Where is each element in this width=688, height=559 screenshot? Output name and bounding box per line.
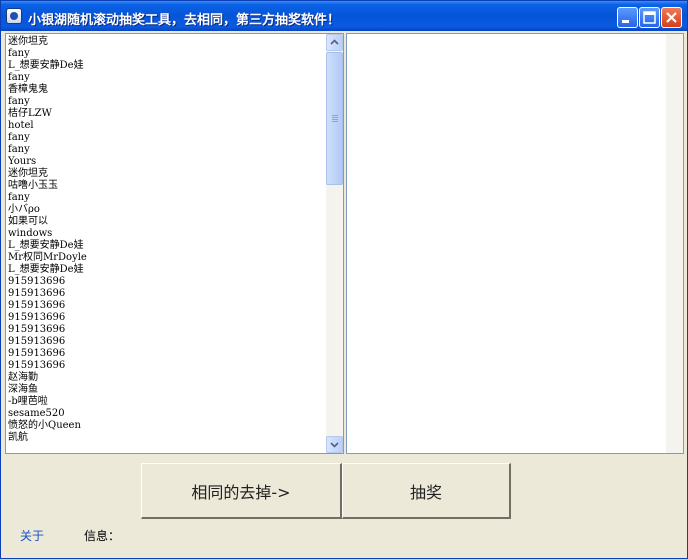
- list-item[interactable]: 咕噜小玉玉: [8, 180, 326, 192]
- list-item[interactable]: 915913696: [8, 312, 326, 324]
- list-item[interactable]: 915913696: [8, 336, 326, 348]
- list-item[interactable]: 赵海勤: [8, 372, 326, 384]
- app-window: 小银湖随机滚动抽奖工具，去相同，第三方抽奖软件！ 迷你坦克 fany L_想要安静D…: [0, 0, 688, 559]
- list-item[interactable]: 915913696: [8, 360, 326, 372]
- scroll-down-button[interactable]: [326, 436, 343, 453]
- entries-listbox[interactable]: 迷你坦克 fany L_想要安静De娃 fany 香樟鬼鬼 fany 桔仔LZW hotel f…: [5, 33, 344, 454]
- list-item[interactable]: Mr权同MrDoyle: [8, 252, 326, 264]
- list-item[interactable]: 愤怒的小Queen: [8, 420, 326, 432]
- list-item[interactable]: fany: [8, 96, 326, 108]
- chevron-up-icon: [330, 39, 339, 45]
- entries-list: 迷你坦克 fany L_想要安静De娃 fany 香樟鬼鬼 fany 桔仔LZW hotel f…: [8, 36, 326, 444]
- close-icon: [666, 12, 677, 23]
- list-item[interactable]: 凯航: [8, 432, 326, 444]
- chevron-down-icon: [330, 442, 339, 448]
- scroll-up-button[interactable]: [326, 34, 343, 51]
- list-item[interactable]: fany: [8, 48, 326, 60]
- info-label: 信息：: [84, 529, 121, 543]
- result-scrollbar-track: [666, 34, 683, 453]
- about-link[interactable]: 关于: [20, 527, 44, 544]
- list-item[interactable]: windows: [8, 228, 326, 240]
- result-textbox[interactable]: [346, 33, 684, 454]
- window-title: 小银湖随机滚动抽奖工具，去相同，第三方抽奖软件！: [28, 13, 341, 28]
- draw-button[interactable]: 抽奖: [342, 463, 511, 519]
- maximize-icon: [643, 11, 656, 24]
- list-item[interactable]: 915913696: [8, 288, 326, 300]
- list-item[interactable]: fany: [8, 132, 326, 144]
- list-item[interactable]: fany: [8, 192, 326, 204]
- minimize-button[interactable]: [617, 7, 638, 28]
- list-item[interactable]: 迷你坦克: [8, 36, 326, 48]
- list-item[interactable]: sesame520: [8, 408, 326, 420]
- list-item[interactable]: 深海鱼: [8, 384, 326, 396]
- list-item[interactable]: fany: [8, 72, 326, 84]
- title-bar[interactable]: 小银湖随机滚动抽奖工具，去相同，第三方抽奖软件！: [1, 1, 687, 31]
- list-item[interactable]: 如果可以: [8, 216, 326, 228]
- list-item[interactable]: L_想要安静De娃: [8, 60, 326, 72]
- list-item[interactable]: fany: [8, 144, 326, 156]
- list-item[interactable]: -b哩芭啦: [8, 396, 326, 408]
- list-item[interactable]: L_想要安静De娃: [8, 240, 326, 252]
- close-button[interactable]: [661, 7, 682, 28]
- list-item[interactable]: 小バρο: [8, 204, 326, 216]
- list-item[interactable]: 915913696: [8, 300, 326, 312]
- dedupe-button[interactable]: 相同的去掉->: [141, 463, 342, 519]
- list-item[interactable]: 香樟鬼鬼: [8, 84, 326, 96]
- list-item[interactable]: 915913696: [8, 276, 326, 288]
- app-icon[interactable]: [6, 8, 22, 24]
- list-item[interactable]: Yours: [8, 156, 326, 168]
- list-item[interactable]: 迷你坦克: [8, 168, 326, 180]
- entries-scrollbar[interactable]: [326, 34, 343, 453]
- list-item[interactable]: 915913696: [8, 324, 326, 336]
- maximize-button[interactable]: [639, 7, 660, 28]
- minimize-icon: [622, 20, 629, 23]
- list-item[interactable]: 915913696: [8, 348, 326, 360]
- scroll-thumb[interactable]: [326, 52, 343, 185]
- list-item[interactable]: 桔仔LZW: [8, 108, 326, 120]
- list-item[interactable]: L_想要安静De娃: [8, 264, 326, 276]
- list-item[interactable]: hotel: [8, 120, 326, 132]
